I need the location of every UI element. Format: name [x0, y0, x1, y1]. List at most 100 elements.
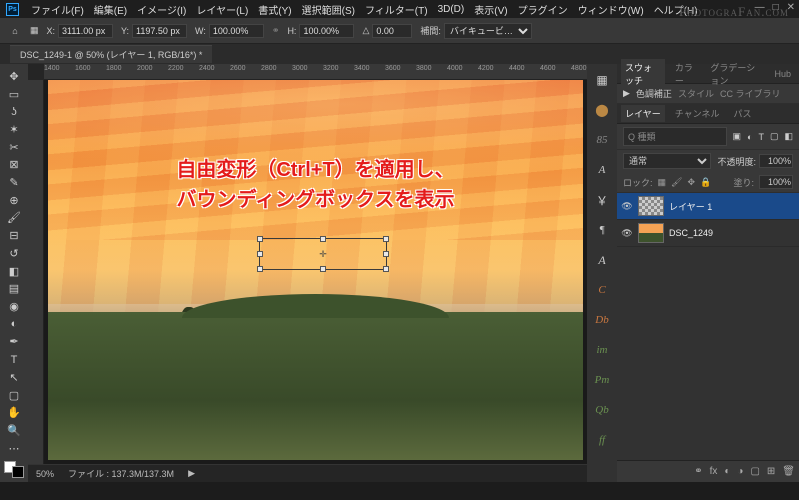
marquee-tool[interactable]: ▭ — [3, 86, 25, 103]
panel-glyph-ff[interactable]: ff — [592, 430, 612, 450]
color-swatches[interactable] — [4, 461, 24, 478]
blend-mode-select[interactable]: 通常 — [623, 153, 711, 169]
menu-layer[interactable]: レイヤー(L) — [196, 2, 248, 17]
link-wh-icon[interactable]: ⚭ — [272, 25, 280, 36]
opacity-input[interactable] — [759, 154, 793, 168]
tab-channels[interactable]: チャンネル — [671, 105, 724, 122]
menu-view[interactable]: 表示(V) — [474, 2, 507, 17]
filter-type-icon[interactable]: T — [758, 132, 764, 142]
panel-icon-3[interactable]: ￥ — [592, 190, 612, 210]
layer-name[interactable]: DSC_1249 — [669, 228, 713, 238]
filter-adj-icon[interactable]: ◐ — [747, 132, 752, 142]
fill-input[interactable] — [759, 175, 793, 189]
group-icon[interactable]: ▢ — [750, 466, 759, 477]
interp-select[interactable]: バイキュービ… — [444, 23, 532, 39]
tab-layers[interactable]: レイヤー — [621, 105, 665, 122]
layer-thumb[interactable] — [638, 223, 664, 243]
move-tool[interactable]: ✥ — [3, 68, 25, 85]
shape-tool[interactable]: ▢ — [3, 387, 25, 404]
layer-row[interactable]: 👁 DSC_1249 — [617, 220, 799, 247]
tab-adjust[interactable]: 色調補正 — [636, 87, 672, 100]
zoom-tool[interactable]: 🔍 — [3, 422, 25, 439]
layer-name[interactable]: レイヤー 1 — [669, 200, 712, 213]
new-layer-icon[interactable]: ⊞ — [767, 466, 775, 477]
layer-filter[interactable]: Q 種類 — [623, 127, 727, 146]
crop-tool[interactable]: ✂ — [3, 139, 25, 156]
filter-img-icon[interactable]: ▣ — [733, 131, 742, 142]
w-input[interactable] — [209, 24, 264, 38]
panel-glyph-para[interactable]: ¶ — [592, 220, 612, 240]
handle-mid-left[interactable] — [257, 251, 263, 257]
handle-top-right[interactable] — [383, 236, 389, 242]
menu-filter[interactable]: フィルター(T) — [365, 2, 428, 17]
panel-glyph-qb[interactable]: Qb — [592, 400, 612, 420]
filter-shape-icon[interactable]: ▢ — [770, 131, 779, 142]
panel-glyph-c[interactable]: C — [592, 280, 612, 300]
play-icon[interactable]: ▶ — [623, 88, 630, 99]
eraser-tool[interactable]: ◧ — [3, 263, 25, 280]
panel-glyph-a[interactable]: A — [592, 160, 612, 180]
type-tool[interactable]: T — [3, 351, 25, 368]
tab-cclib[interactable]: CC ライブラリ — [720, 87, 781, 100]
zoom-level[interactable]: 50% — [36, 469, 54, 479]
y-input[interactable] — [132, 24, 187, 38]
tab-style[interactable]: スタイル — [678, 87, 714, 100]
handle-top-left[interactable] — [257, 236, 263, 242]
home-icon[interactable]: ⌂ — [8, 24, 22, 38]
menu-plugin[interactable]: プラグイン — [518, 2, 568, 17]
angle-input[interactable] — [372, 24, 412, 38]
tab-paths[interactable]: パス — [729, 105, 755, 122]
adjustment-icon[interactable]: ◑ — [737, 466, 743, 477]
panel-glyph-85[interactable]: 85 — [592, 130, 612, 150]
menu-3d[interactable]: 3D(D) — [438, 4, 465, 15]
eyedropper-tool[interactable]: ✎ — [3, 174, 25, 191]
panel-icon-2[interactable]: ⬤ — [592, 100, 612, 120]
edit-toolbar[interactable]: ⋯ — [3, 440, 25, 457]
handle-mid-right[interactable] — [383, 251, 389, 257]
link-layers-icon[interactable]: ⚭ — [694, 466, 702, 477]
heal-tool[interactable]: ⊕ — [3, 192, 25, 209]
lock-trans-icon[interactable]: ▦ — [658, 177, 667, 188]
history-brush-tool[interactable]: ↺ — [3, 245, 25, 262]
status-arrow-icon[interactable]: ▶ — [188, 468, 195, 479]
tab-hub[interactable]: Hub — [770, 67, 795, 81]
menu-select[interactable]: 選択範囲(S) — [302, 2, 355, 17]
trash-icon[interactable]: 🗑 — [782, 466, 795, 477]
panel-glyph-db[interactable]: Db — [592, 310, 612, 330]
hand-tool[interactable]: ✋ — [3, 404, 25, 421]
transform-bounding-box[interactable]: ✛ — [259, 238, 387, 270]
menu-image[interactable]: イメージ(I) — [137, 2, 186, 17]
visibility-icon[interactable]: 👁 — [621, 228, 633, 239]
frame-tool[interactable]: ⊠ — [3, 157, 25, 174]
handle-bot-mid[interactable] — [320, 266, 326, 272]
visibility-icon[interactable]: 👁 — [621, 201, 633, 212]
brush-tool[interactable]: 🖌 — [3, 210, 25, 227]
path-tool[interactable]: ↖ — [3, 369, 25, 386]
x-input[interactable] — [58, 24, 113, 38]
panel-glyph-pm[interactable]: Pm — [592, 370, 612, 390]
layer-thumb[interactable] — [638, 196, 664, 216]
handle-top-mid[interactable] — [320, 236, 326, 242]
dodge-tool[interactable]: ◐ — [3, 316, 25, 333]
menu-edit[interactable]: 編集(E) — [94, 2, 127, 17]
mask-icon[interactable]: ◐ — [724, 466, 730, 477]
panel-glyph-a2[interactable]: A — [592, 250, 612, 270]
transform-center-icon[interactable]: ✛ — [319, 250, 327, 258]
pen-tool[interactable]: ✒ — [3, 334, 25, 351]
panel-glyph-im[interactable]: im — [592, 340, 612, 360]
canvas[interactable]: 自由変形（Ctrl+T）を適用し、 バウンディングボックスを表示 ✛ — [44, 80, 587, 464]
menu-type[interactable]: 書式(Y) — [258, 2, 291, 17]
filter-smart-icon[interactable]: ◧ — [784, 131, 793, 142]
panel-icon-1[interactable]: ▦ — [592, 70, 612, 90]
lock-all-icon[interactable]: 🔒 — [700, 177, 711, 188]
layer-row[interactable]: 👁 レイヤー 1 — [617, 193, 799, 220]
menu-window[interactable]: ウィンドウ(W) — [578, 2, 644, 17]
lock-paint-icon[interactable]: 🖌 — [671, 177, 682, 188]
handle-bot-right[interactable] — [383, 266, 389, 272]
lasso-tool[interactable]: ʖ — [3, 103, 25, 120]
blur-tool[interactable]: ◉ — [3, 298, 25, 315]
h-input[interactable] — [299, 24, 354, 38]
gradient-tool[interactable]: ▤ — [3, 280, 25, 297]
stamp-tool[interactable]: ⊟ — [3, 227, 25, 244]
menu-file[interactable]: ファイル(F) — [31, 2, 84, 17]
